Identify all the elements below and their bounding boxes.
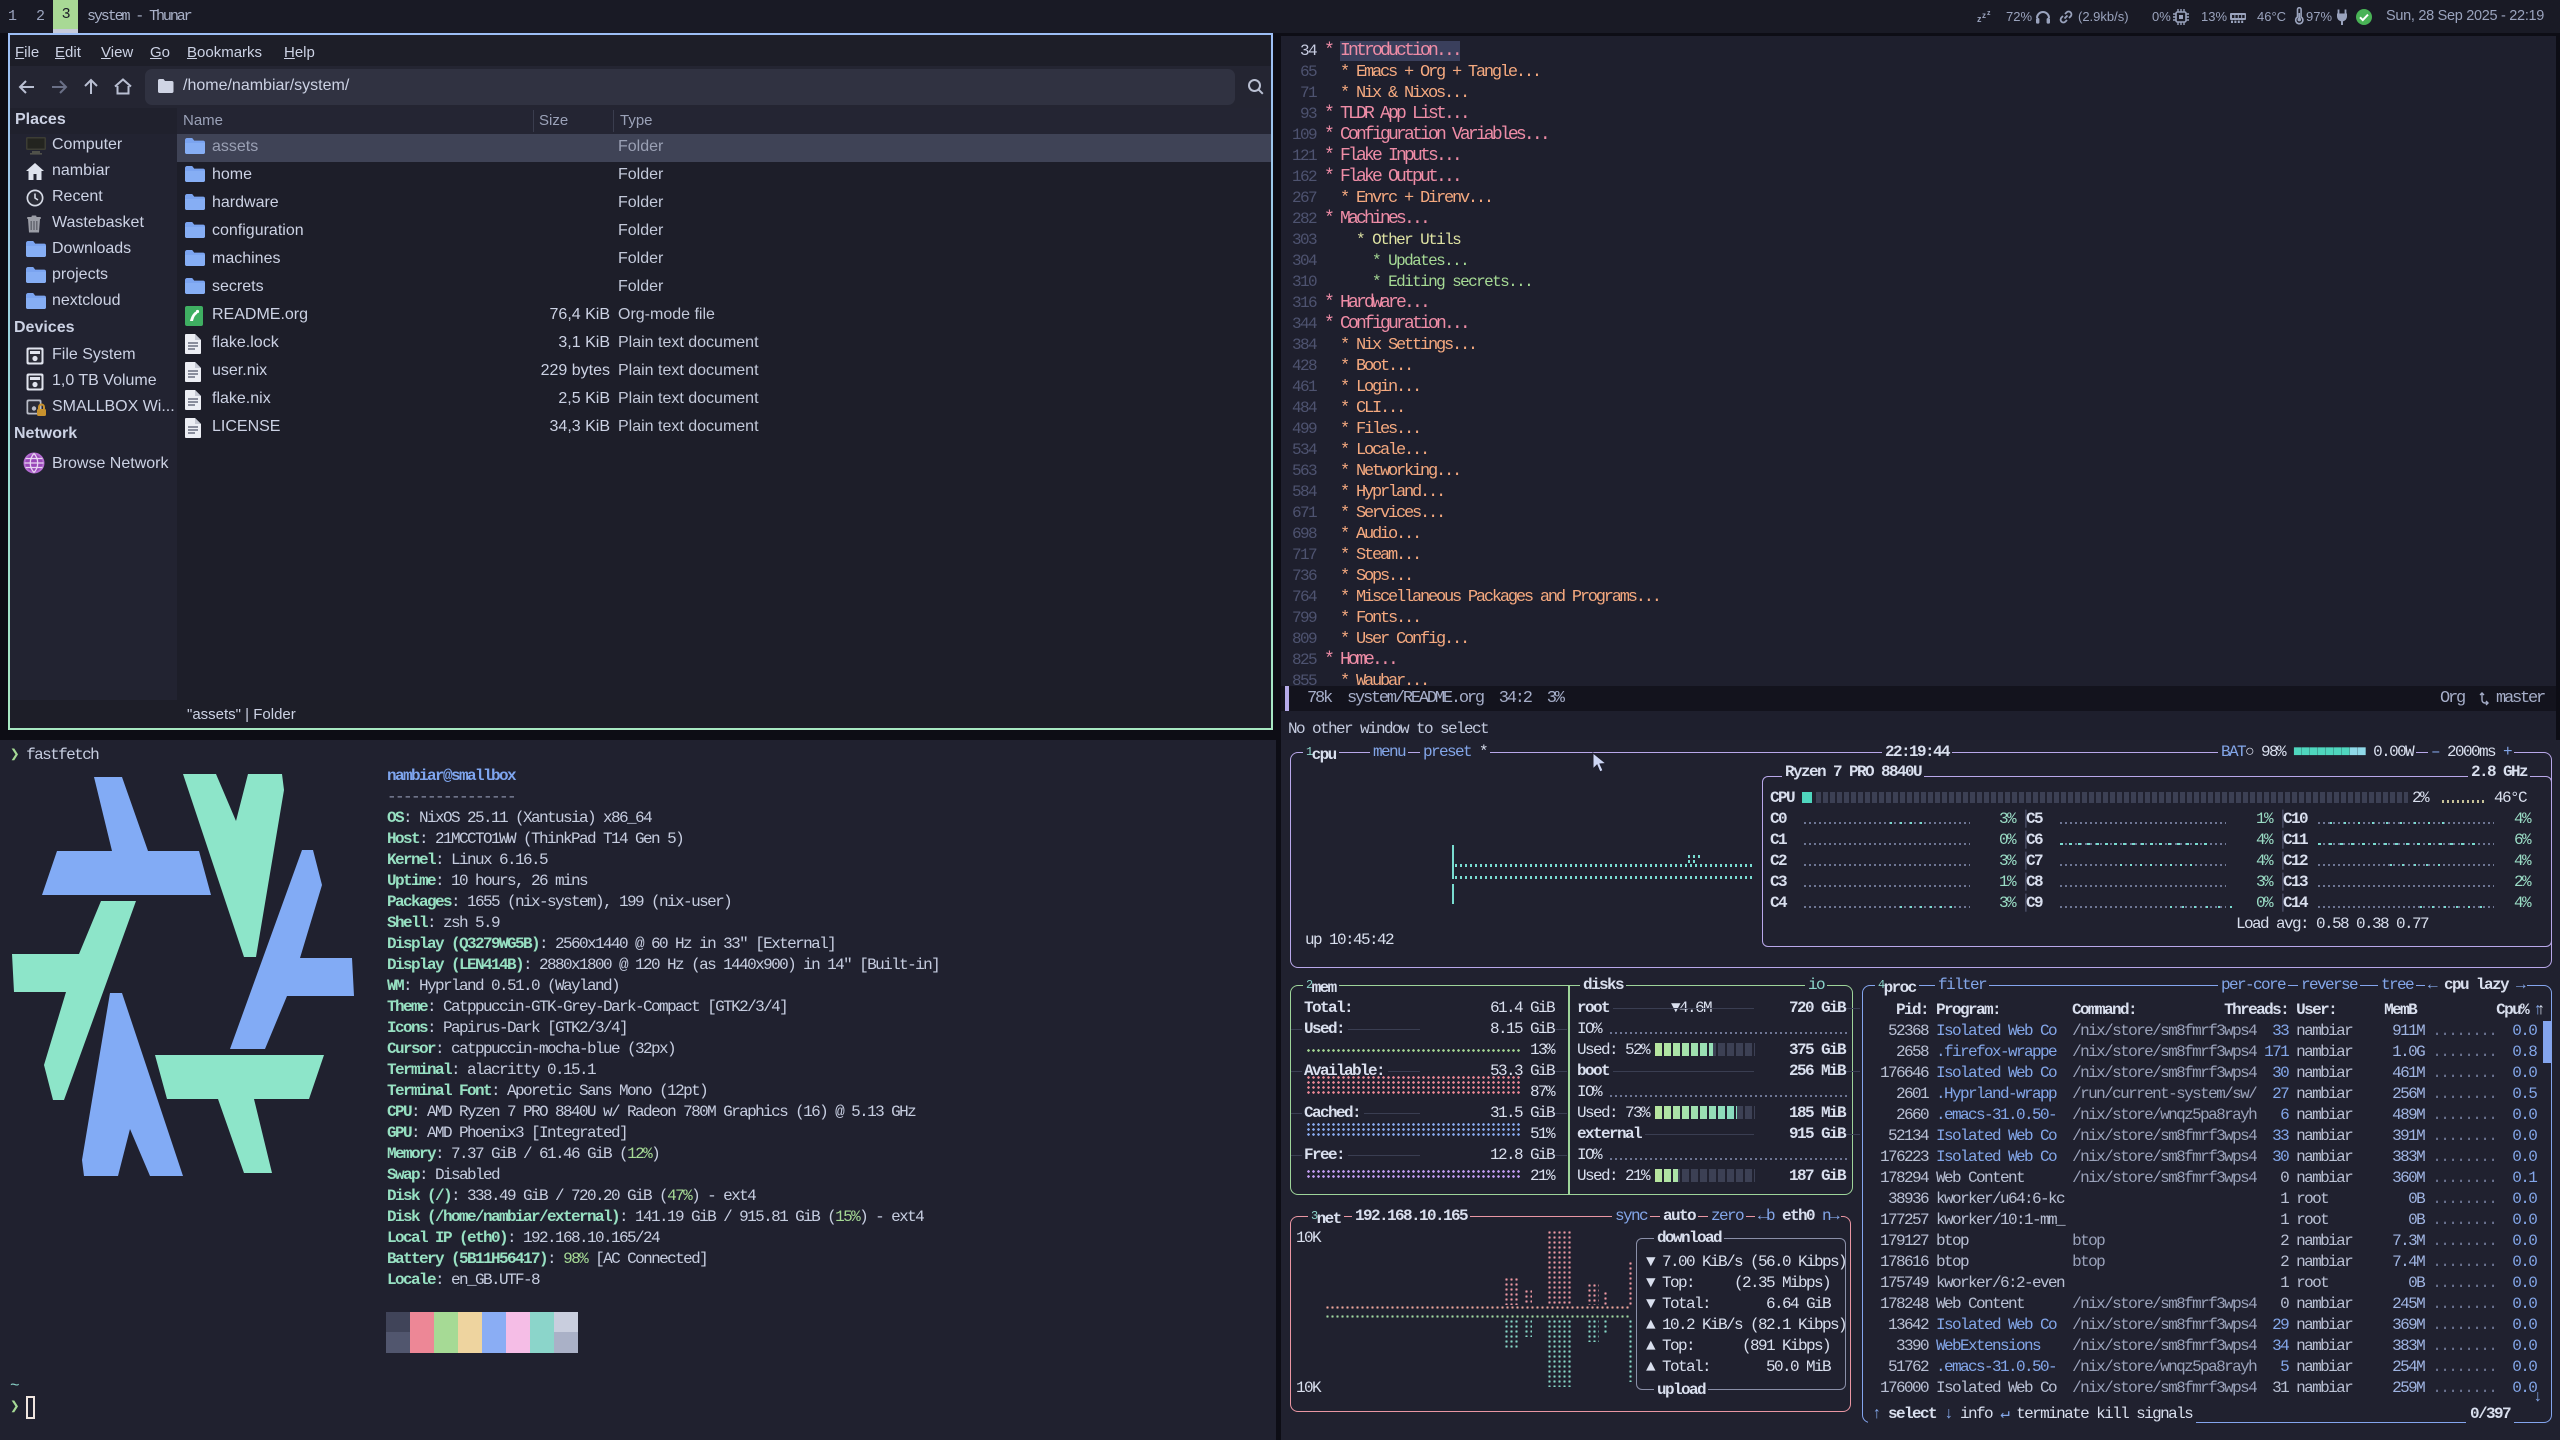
svg-text:z: z (1987, 10, 1991, 17)
svg-text:z: z (1982, 11, 1986, 20)
